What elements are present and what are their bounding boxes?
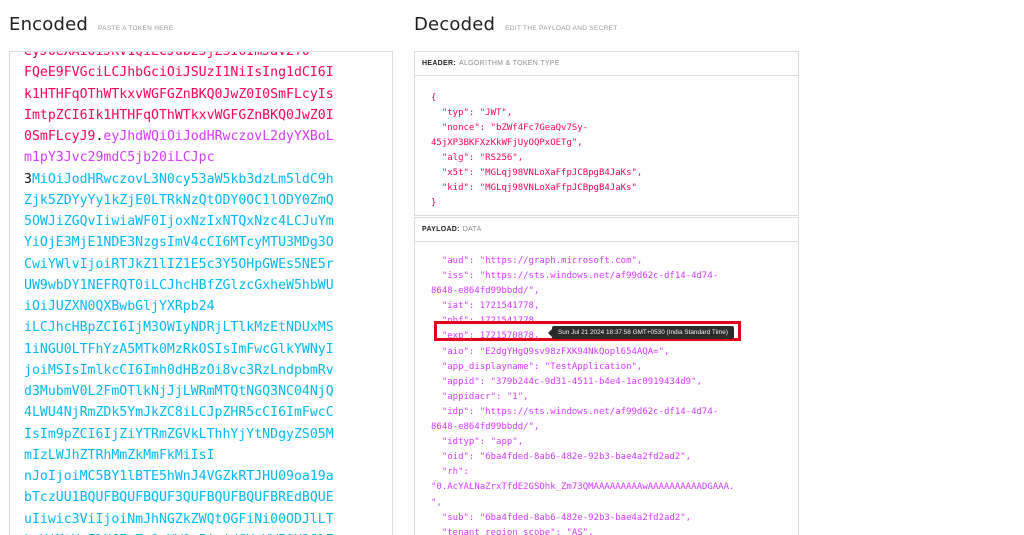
encoded-title: Encoded bbox=[9, 14, 89, 35]
header-panel-heading: HEADER: ALGORITHM & TOKEN TYPE bbox=[415, 52, 798, 76]
header-panel-label: HEADER: bbox=[422, 60, 456, 67]
encoded-segment-sig: 1iNGU0LTFhYzA5MTk0MzRkOSIsImFwcGlkYWNyI bbox=[24, 341, 334, 357]
encoded-line: joiMSIsImlkcCI6Imh0dHBzOi8vc3RzLndpbmRv bbox=[24, 360, 364, 381]
encoded-line: 0SmFLcyJ9.eyJhdWQiOiJodHRwczovL2dyYXBoL bbox=[24, 126, 364, 147]
encoded-line: iOiJUZXN0QXBwbGljYXRpb24 bbox=[24, 296, 364, 317]
json-line: 8648-e864fd99bbdd/", bbox=[431, 286, 540, 297]
json-line: "appidacr": "1", bbox=[431, 391, 529, 402]
encoded-line: 3MiOiJodHRwczovL3N0cy53aW5kb3dzLm5ldC9h bbox=[24, 169, 364, 190]
header-json-editor[interactable]: { "typ": "JWT", "nonce": "bZWf4Fc7GeaQv7… bbox=[415, 91, 798, 211]
encoded-segment-dot: 3 bbox=[24, 171, 32, 187]
encoded-line: bTczUU1BQUFBQUFBQUF3QUFBQUFBQUFBREdBQUE bbox=[24, 487, 364, 508]
encoded-segment-header: FQeE9FVGciLCJhbGciOiJSUzI1NiIsIng1dCI6I bbox=[24, 65, 334, 81]
header-panel: HEADER: ALGORITHM & TOKEN TYPE { "typ": … bbox=[414, 51, 799, 216]
encoded-segment-sig: Zjk5ZDYyYy1kZjE0LTRkNzQtODY0OC1lODY0ZmQ bbox=[24, 192, 334, 208]
encoded-line: ImtpZCI6Ik1HTHFqOThWTkxvWGFGZnBKQ0JwZ0I bbox=[24, 105, 364, 126]
encoded-segment-sig: IsIm9pZCI6IjZiYTRmZGVkLThhYjYtNDgyZS05M bbox=[24, 426, 334, 442]
encoded-line: FQeE9FVGciLCJhbGciOiJSUzI1NiIsIng1dCI6I bbox=[24, 62, 364, 83]
json-line: "aio": "E2dgYHgQ9sv98zFXK94NkQopl654AQA=… bbox=[431, 346, 670, 357]
json-line: "rh": bbox=[431, 467, 469, 478]
payload-panel: PAYLOAD: DATA "aud": "https://graph.micr… bbox=[414, 217, 799, 535]
payload-panel-label: PAYLOAD: bbox=[422, 226, 460, 233]
encoded-line: 4LWU4NjRmZDk5YmJkZC8iLCJpZHR5cCI6ImFwcC bbox=[24, 402, 364, 423]
exp-date-tooltip: Sun Jul 21 2024 18:37:58 GMT+0530 (India… bbox=[548, 326, 734, 339]
json-line: "oid": "6ba4fded-8ab6-482e-92b3-bae4a2fd… bbox=[431, 452, 692, 463]
encoded-line: 1iNGU0LTFhYzA5MTk0MzRkOSIsImFwcGlkYWNyI bbox=[24, 339, 364, 360]
json-line: "sub": "6ba4fded-8ab6-482e-92b3-bae4a2fd… bbox=[431, 512, 692, 523]
json-line: "app_displayname": "TestApplication", bbox=[431, 361, 643, 372]
encoded-segment-sig: joiMSIsImlkcCI6Imh0dHBzOi8vc3RzLndpbmRv bbox=[24, 362, 334, 378]
encoded-segment-header: k1HTHFqOThWTkxvWGFGZnBKQ0JwZ0I0SmFLcyIs bbox=[24, 86, 334, 102]
encoded-line: iLCJhcHBpZCI6IjM3OWIyNDRjLTlkMzEtNDUxMS bbox=[24, 317, 364, 338]
json-line: ", bbox=[431, 497, 442, 508]
json-line: "typ": "JWT", bbox=[431, 108, 513, 118]
encoded-hint: PASTE A TOKEN HERE bbox=[98, 25, 174, 32]
json-line: "aud": "https://graph.microsoft.com", bbox=[431, 256, 643, 266]
payload-json-editor[interactable]: "aud": "https://graph.microsoft.com", "i… bbox=[415, 254, 798, 535]
json-line: 8648-e864fd99bbdd/", bbox=[431, 422, 540, 433]
json-line: "0.AcYALNaZrxTfdE2GSOhk_Zm73QMAAAAAAAAAw… bbox=[431, 482, 735, 493]
encoded-line: eyJ0eXAiOiJKV1QiLCJub25jZSI6ImJaV2Y0 bbox=[24, 51, 364, 62]
encoded-line: d3MubmV0L2FmOTlkNjJjLWRmMTQtNGQ3NC04NjQ bbox=[24, 381, 364, 402]
encoded-segment-sig: bTczUU1BQUFBQUFBQUF3QUFBQUFBQUFBREdBQUE bbox=[24, 490, 334, 506]
encoded-section-title: Encoded PASTE A TOKEN HERE bbox=[9, 14, 174, 35]
json-line: "alg": "RS256", bbox=[431, 153, 524, 163]
encoded-segment-sig: MiOiJodHRwczovL3N0cy53aW5kb3dzLm5ldC9h bbox=[31, 171, 334, 187]
encoded-line: kyYjMtYmFlNGEyZmQyYWQyIiwidGVuYW50X3JlZ bbox=[24, 530, 364, 535]
encoded-segment-sig: mIzLWJhZTRhMmZkMmFkMiIsI bbox=[24, 447, 215, 463]
encoded-line: IsIm9pZCI6IjZiYTRmZGVkLThhYjYtNDgyZS05M bbox=[24, 424, 364, 445]
encoded-line: k1HTHFqOThWTkxvWGFGZnBKQ0JwZ0I0SmFLcyIs bbox=[24, 84, 364, 105]
encoded-line: YiOjE3MjE1NDE3NzgsImV4cCI6MTcyMTU3MDg3O bbox=[24, 232, 364, 253]
encoded-segment-header: ImtpZCI6Ik1HTHFqOThWTkxvWGFGZnBKQ0JwZ0I bbox=[24, 107, 334, 123]
json-line: "nonce": "bZWf4Fc7GeaQv7Sy- bbox=[431, 123, 589, 133]
json-line: 45jXP3BKFXzKkWFjUyOQPxOETg", bbox=[431, 138, 583, 148]
encoded-segment-sig: iOiJUZXN0QXBwbGljYXRpb24 bbox=[24, 299, 215, 314]
encoded-segment-sig: nJoIjoiMC5BY1lBTE5hWnJ4VGZkRTJHU09oa19a bbox=[24, 469, 334, 484]
encoded-line: nJoIjoiMC5BY1lBTE5hWnJ4VGZkRTJHU09oa19a bbox=[24, 466, 364, 487]
payload-panel-sublabel: DATA bbox=[462, 226, 482, 233]
encoded-line: Zjk5ZDYyYy1kZjE0LTRkNzQtODY0OC1lODY0ZmQ bbox=[24, 190, 364, 211]
json-line: } bbox=[431, 198, 437, 208]
json-line: "iss": "https://sts.windows.net/af99d62c… bbox=[431, 271, 719, 282]
payload-panel-heading: PAYLOAD: DATA bbox=[415, 218, 798, 242]
encoded-segment-header: 0SmFLcyJ9 bbox=[24, 129, 96, 144]
header-panel-sublabel: ALGORITHM & TOKEN TYPE bbox=[459, 60, 560, 67]
encoded-line: UW9wbDY1NEFRQT0iLCJhcHBfZGlzcGxheW5hbWU bbox=[24, 275, 364, 296]
json-line: "idtyp": "app", bbox=[431, 437, 524, 448]
json-line: "kid": "MGLqj98VNLoXaFfpJCBpgB4JaKs" bbox=[431, 183, 637, 193]
json-line: "iat": 1721541778, bbox=[431, 301, 540, 312]
encoded-segment-sig: d3MubmV0L2FmOTlkNjJjLWRmMTQtNGQ3NC04NjQ bbox=[24, 384, 334, 399]
encoded-segment-sig: iLCJhcHBpZCI6IjM3OWIyNDRjLTlkMzEtNDUxMS bbox=[24, 320, 334, 336]
encoded-segment-sig: UW9wbDY1NEFRQT0iLCJhcHBfZGlzcGxheW5hbWU bbox=[24, 277, 334, 293]
encoded-token-textarea[interactable]: eyJ0eXAiOiJKV1QiLCJub25jZSI6ImJaV2Y0 FQeE… bbox=[9, 51, 393, 535]
decoded-hint: EDIT THE PAYLOAD AND SECRET bbox=[505, 25, 618, 32]
encoded-line: uIiwic3ViIjoiNmJhNGZkZWQtOGFiNi00ODJlLT bbox=[24, 509, 364, 530]
decoded-section-title: Decoded EDIT THE PAYLOAD AND SECRET bbox=[414, 14, 618, 35]
encoded-token-text: eyJ0eXAiOiJKV1QiLCJub25jZSI6ImJaV2Y0 FQeE… bbox=[24, 52, 364, 535]
encoded-segment-sig: YiOjE3MjE1NDE3NzgsImV4cCI6MTcyMTU3MDg3O bbox=[24, 235, 334, 251]
json-line: "appid": "379b244c-9d31-4511-b4e4-1ac091… bbox=[431, 376, 702, 387]
encoded-segment-header: eyJ0eXAiOiJKV1QiLCJub25jZSI6ImJaV2Y0 bbox=[24, 51, 310, 59]
encoded-segment-sig: CwiYWlvIjoiRTJkZ1lIZ1E5c3Y5OHpGWEs5NE5r bbox=[24, 256, 334, 272]
encoded-segment-sig: 5OWJiZGQvIiwiaWF0IjoxNzIxNTQxNzc4LCJuYm bbox=[24, 214, 334, 229]
encoded-segment-payload: m1pY3Jvc29mdC5jb20iLCJpc bbox=[24, 150, 215, 166]
encoded-segment-payload: eyJhdWQiOiJodHRwczovL2dyYXBoL bbox=[103, 129, 334, 144]
json-line: { bbox=[431, 93, 437, 103]
encoded-line: mIzLWJhZTRhMmZkMmFkMiIsI bbox=[24, 445, 364, 466]
encoded-line: CwiYWlvIjoiRTJkZ1lIZ1E5c3Y5OHpGWEs5NE5r bbox=[24, 254, 364, 275]
decoded-title: Decoded bbox=[414, 14, 496, 35]
encoded-line: 5OWJiZGQvIiwiaWF0IjoxNzIxNTQxNzc4LCJuYm bbox=[24, 211, 364, 232]
encoded-line: m1pY3Jvc29mdC5jb20iLCJpc bbox=[24, 147, 364, 168]
json-line: "idp": "https://sts.windows.net/af99d62c… bbox=[431, 406, 719, 417]
encoded-segment-sig: 4LWU4NjRmZDk5YmJkZC8iLCJpZHR5cCI6ImFwcC bbox=[24, 405, 334, 421]
json-line: "tenant_region_scope": "AS", bbox=[431, 527, 594, 535]
json-line: "x5t": "MGLqj98VNLoXaFfpJCBpgB4JaKs", bbox=[431, 168, 643, 178]
encoded-segment-sig: uIiwic3ViIjoiNmJhNGZkZWQtOGFiNi00ODJlLT bbox=[24, 511, 334, 527]
